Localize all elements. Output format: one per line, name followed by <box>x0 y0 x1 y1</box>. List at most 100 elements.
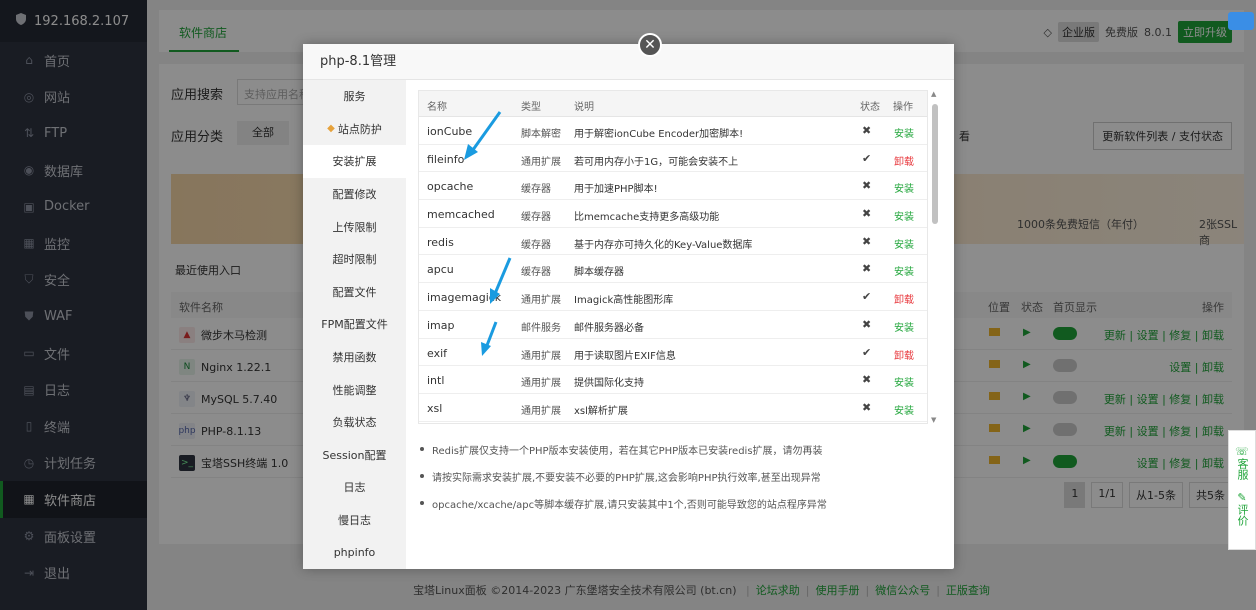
ext-desc: 脚本缓存器 <box>574 267 624 279</box>
dialog-menu-item[interactable]: ◆ 站点防护 <box>303 113 406 146</box>
dialog-menu-item[interactable]: 服务 <box>303 80 406 113</box>
uninstall-button[interactable]: 卸载 <box>894 153 914 168</box>
dialog-menu-label: 站点防护 <box>337 122 382 136</box>
dialog-menu-item[interactable]: 配置文件 <box>303 276 406 309</box>
cloud-icon[interactable] <box>1228 12 1254 30</box>
dialog-menu-label: 慢日志 <box>338 514 371 528</box>
notes-list: Redis扩展仅支持一个PHP版本安装使用，若在其它PHP版本已安装redis扩… <box>420 442 940 523</box>
extensions-scrollbar[interactable]: ▲ ▼ <box>930 90 940 424</box>
install-button[interactable]: 安装 <box>894 402 914 417</box>
close-icon[interactable]: ✕ <box>638 33 662 57</box>
ext-type: 脚本解密 <box>521 129 561 140</box>
ext-desc: xsl解析扩展 <box>574 405 628 417</box>
dialog-menu-label: phpinfo <box>333 546 376 560</box>
extension-row: opcache 缓存器 用于加速PHP脚本! ✖ 安装 <box>419 172 927 201</box>
extension-row: memcached 缓存器 比memcache支持更多高级功能 ✖ 安装 <box>419 200 927 228</box>
ext-desc: Imagick高性能图形库 <box>574 295 674 307</box>
dialog-menu-item[interactable]: FPM配置文件 <box>303 308 406 341</box>
dialog-menu-label: 禁用函数 <box>332 351 377 365</box>
ext-type: 缓存器 <box>521 267 551 279</box>
ext-name: opcache <box>427 180 474 194</box>
install-button[interactable]: 安装 <box>894 208 914 223</box>
dialog-menu-item[interactable]: 负载状态 <box>303 406 406 439</box>
extension-row: redis 缓存器 基于内存亦可持久化的Key-Value数据库 ✖ 安装 <box>419 228 927 256</box>
ext-name: apcu <box>427 263 454 277</box>
dialog-title: php-8.1管理 <box>303 44 954 80</box>
check-icon: ✔ <box>862 290 872 304</box>
ext-col-name: 名称 <box>427 102 447 113</box>
dialog-menu-label: 配置文件 <box>332 285 377 299</box>
arrow-annotation-icon <box>464 111 502 160</box>
install-button[interactable]: 安装 <box>894 180 914 195</box>
install-button[interactable]: 安装 <box>894 236 914 251</box>
ext-type: 通用扩展 <box>521 405 561 417</box>
install-button[interactable]: 安装 <box>894 125 914 140</box>
dialog-menu-item[interactable]: 日志 <box>303 471 406 504</box>
install-button[interactable]: 安装 <box>894 319 914 334</box>
rate-button[interactable]: ✎ 评价 <box>1229 491 1255 529</box>
scroll-up-icon[interactable]: ▲ <box>931 90 936 98</box>
php-manage-dialog: php-8.1管理 服务 ◆ 站点防护 安装扩展配置修改上传限制超时限制配置文件 FPM… <box>303 44 954 569</box>
cross-icon: ✖ <box>862 207 872 221</box>
arrow-annotation-icon <box>481 321 498 356</box>
ext-desc: 用于解密ionCube Encoder加密脚本! <box>574 129 744 140</box>
right-float-panel: ☏ 客服 ✎ 评价 <box>1228 430 1256 550</box>
ext-name: intl <box>427 374 445 388</box>
ext-type: 缓存器 <box>521 184 551 196</box>
check-icon: ✔ <box>862 151 872 165</box>
scroll-thumb[interactable] <box>932 104 938 224</box>
rate-label: 评价 <box>1236 504 1249 526</box>
dialog-menu-item[interactable]: Session配置 <box>303 439 406 472</box>
dialog-menu-label: 配置修改 <box>332 188 377 202</box>
dialog-menu-item[interactable]: 性能调整 <box>303 373 406 406</box>
scroll-down-icon[interactable]: ▼ <box>931 416 936 424</box>
dialog-menu: 服务 ◆ 站点防护 安装扩展配置修改上传限制超时限制配置文件 FPM配置文件禁用函数性能… <box>303 80 406 569</box>
dialog-menu-item[interactable]: 禁用函数 <box>303 341 406 374</box>
dialog-menu-item[interactable]: 配置修改 <box>303 178 406 211</box>
dialog-menu-label: 服务 <box>343 90 366 104</box>
check-icon: ✔ <box>862 345 872 359</box>
ext-desc: 提供国际化支持 <box>574 378 644 390</box>
note-item: Redis扩展仅支持一个PHP版本安装使用，若在其它PHP版本已安装redis扩… <box>420 442 940 457</box>
ext-col-desc: 说明 <box>574 102 594 113</box>
dialog-menu-item[interactable]: 上传限制 <box>303 210 406 243</box>
cross-icon: ✖ <box>862 234 872 248</box>
ext-col-status: 状态 <box>860 102 880 113</box>
arrow-annotation-icon <box>490 257 512 304</box>
install-button[interactable]: 安装 <box>894 374 914 389</box>
dialog-menu-item[interactable]: 安装扩展 <box>303 145 406 178</box>
ext-name: xsl <box>427 401 443 415</box>
ext-type: 通用扩展 <box>521 350 561 362</box>
cross-icon: ✖ <box>862 317 872 331</box>
dialog-menu-item[interactable]: 慢日志 <box>303 504 406 537</box>
ext-name: imap <box>427 318 455 332</box>
dialog-menu-label: 负载状态 <box>332 416 377 430</box>
ext-type: 通用扩展 <box>521 156 561 168</box>
cross-icon: ✖ <box>862 373 872 387</box>
ext-type: 邮件服务 <box>521 322 561 334</box>
install-button[interactable]: 安装 <box>894 263 914 278</box>
extension-row: intl 通用扩展 提供国际化支持 ✖ 安装 <box>419 366 927 394</box>
ext-name: fileinfo <box>427 152 465 166</box>
edit-icon: ✎ <box>1237 491 1247 504</box>
note-item: opcache/xcache/apc等脚本缓存扩展,请只安装其中1个,否则可能导… <box>420 496 940 511</box>
service-label: 客服 <box>1236 458 1249 480</box>
ext-desc: 若可用内存小于1G，可能会安装不上 <box>574 156 739 168</box>
ext-desc: 用于读取图片EXIF信息 <box>574 350 676 362</box>
uninstall-button[interactable]: 卸载 <box>894 291 914 306</box>
ext-desc: 用于加速PHP脚本! <box>574 184 658 196</box>
dialog-menu-label: 日志 <box>343 481 366 495</box>
ext-col-op: 操作 <box>893 102 913 113</box>
ext-name: memcached <box>427 208 495 222</box>
uninstall-button[interactable]: 卸载 <box>894 347 914 362</box>
dialog-menu-label: 性能调整 <box>332 383 377 397</box>
service-button[interactable]: ☏ 客服 <box>1229 445 1255 483</box>
ext-type: 缓存器 <box>521 212 551 224</box>
dialog-menu-label: 超时限制 <box>332 253 377 267</box>
dialog-menu-item[interactable]: phpinfo <box>303 536 406 569</box>
dialog-menu-item[interactable]: 超时限制 <box>303 243 406 276</box>
ext-desc: 基于内存亦可持久化的Key-Value数据库 <box>574 239 753 251</box>
cross-icon: ✖ <box>862 179 872 193</box>
ext-desc: 比memcache支持更多高级功能 <box>574 212 720 224</box>
cross-icon: ✖ <box>862 124 872 137</box>
